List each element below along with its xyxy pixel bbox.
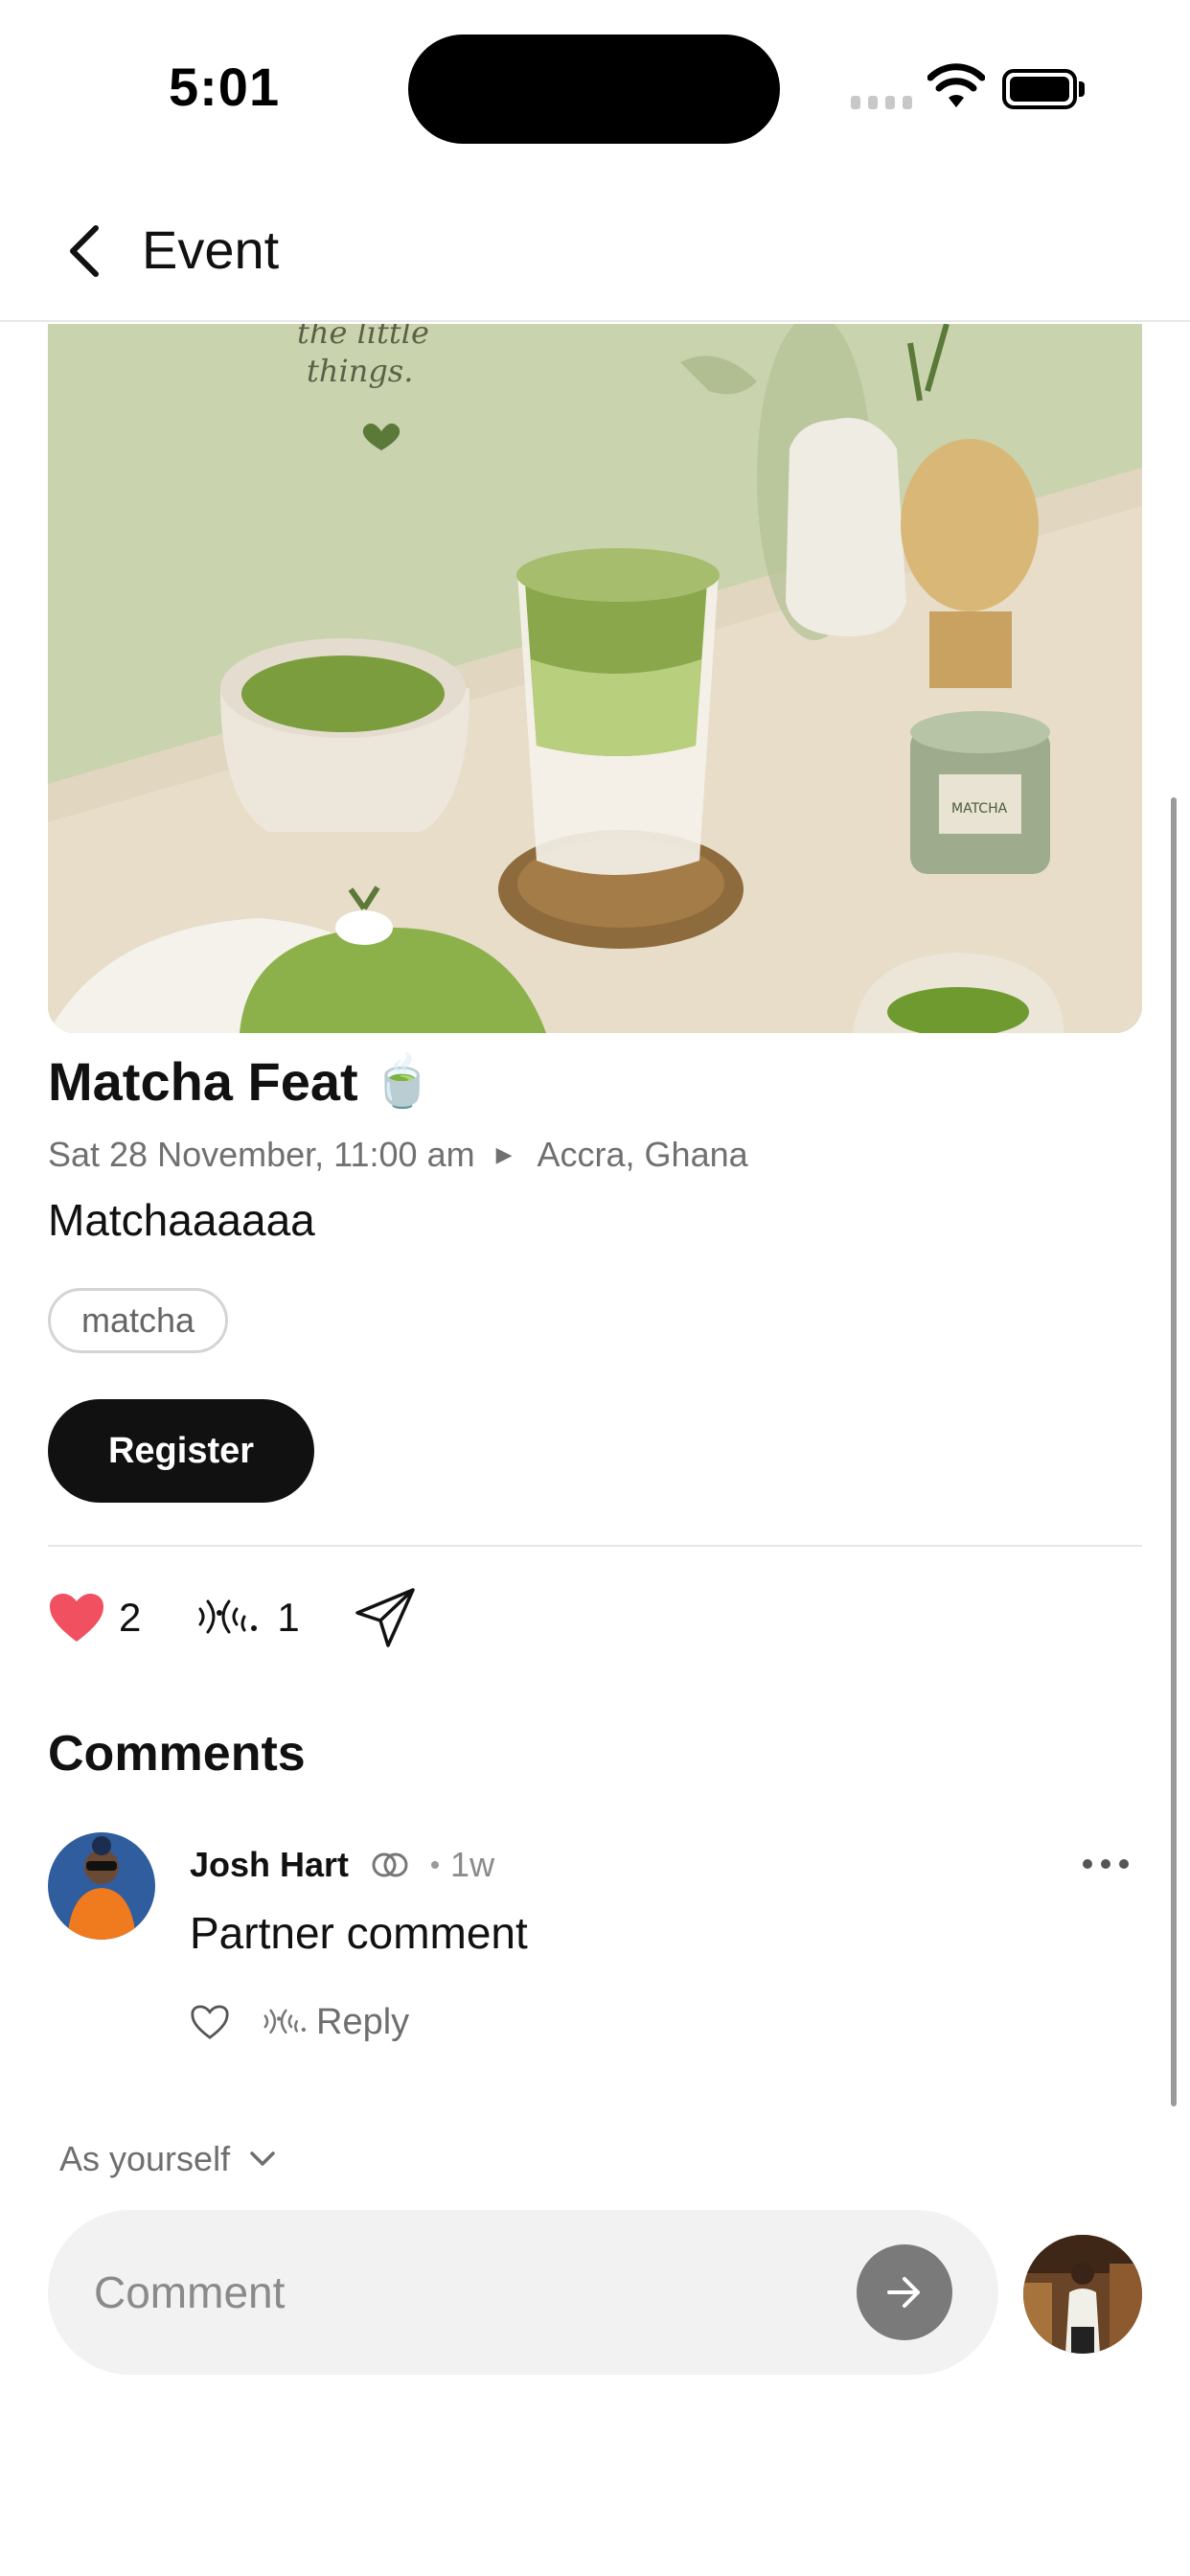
event-date: Sat 28 November, 11:00 am [48, 1135, 475, 1174]
like-count: 2 [119, 1595, 142, 1640]
comment-actions: Reply [190, 1995, 409, 2049]
reply-button[interactable]: Reply [263, 2002, 409, 2043]
avatar[interactable] [48, 1832, 155, 1940]
like-button[interactable]: 2 [48, 1592, 141, 1644]
triangle-separator-icon: ▶ [495, 1142, 513, 1166]
scrollbar[interactable] [1171, 797, 1177, 2106]
echo-icon [263, 2009, 306, 2034]
wifi-icon [927, 63, 985, 107]
back-icon [70, 225, 99, 277]
partner-icon [372, 1852, 408, 1877]
hero-caption-line1: the little [297, 324, 429, 351]
comments-heading: Comments [48, 1726, 306, 1782]
echo-count: 1 [277, 1595, 300, 1640]
hero-caption-line2: things. [307, 353, 413, 389]
divider [48, 1545, 1142, 1547]
more-icon[interactable] [1083, 1850, 1129, 1878]
page-title: Event [142, 219, 280, 280]
battery-icon [1002, 69, 1085, 109]
share-button[interactable] [354, 1586, 417, 1649]
event-description: Matchaaaaaa [48, 1195, 315, 1245]
send-plane-icon [355, 1588, 415, 1647]
echo-icon [198, 1599, 258, 1634]
comment-text: Partner comment [190, 1908, 528, 1958]
dot-separator [431, 1861, 440, 1869]
status-bar: 5:01 [0, 0, 1190, 172]
comment-composer [48, 2210, 998, 2375]
status-time: 5:01 [169, 57, 281, 117]
dynamic-island [408, 34, 780, 144]
event-title: Matcha Feat 🍵 [48, 1050, 433, 1113]
current-user-avatar[interactable] [1023, 2235, 1142, 2354]
tin-label: MATCHA [951, 801, 1008, 816]
reaction-bar: 2 1 [48, 1579, 417, 1656]
event-location[interactable]: Accra, Ghana [538, 1135, 748, 1175]
back-button[interactable] [54, 213, 115, 289]
tea-cup-emoji: 🍵 [371, 1054, 434, 1110]
identity-label: As yourself [59, 2139, 231, 2178]
top-nav-bar: Event [0, 172, 1190, 322]
comment-input[interactable] [94, 2258, 860, 2327]
heart-outline-icon[interactable] [190, 2004, 230, 2040]
echo-button[interactable]: 1 [196, 1592, 300, 1644]
comment-time: 1w [450, 1845, 495, 1884]
register-button[interactable]: Register [48, 1399, 314, 1503]
comment-author[interactable]: Josh Hart [190, 1845, 349, 1885]
identity-selector[interactable]: As yourself [59, 2139, 276, 2179]
event-meta: Sat 28 November, 11:00 am ▶ Accra, Ghana [48, 1135, 748, 1175]
comment-header: Josh Hart 1w [190, 1844, 494, 1886]
send-comment-button[interactable] [857, 2244, 952, 2340]
reply-label: Reply [316, 2001, 410, 2042]
chevron-down-icon [250, 2151, 275, 2166]
arrow-right-icon [887, 2277, 920, 2308]
tag-chip[interactable]: matcha [48, 1288, 229, 1353]
cellular-signal-icon [851, 96, 912, 111]
event-title-text: Matcha Feat [48, 1051, 358, 1112]
heart-filled-icon [50, 1594, 103, 1642]
event-cover-image: the little things. MATCHA [48, 324, 1142, 1033]
